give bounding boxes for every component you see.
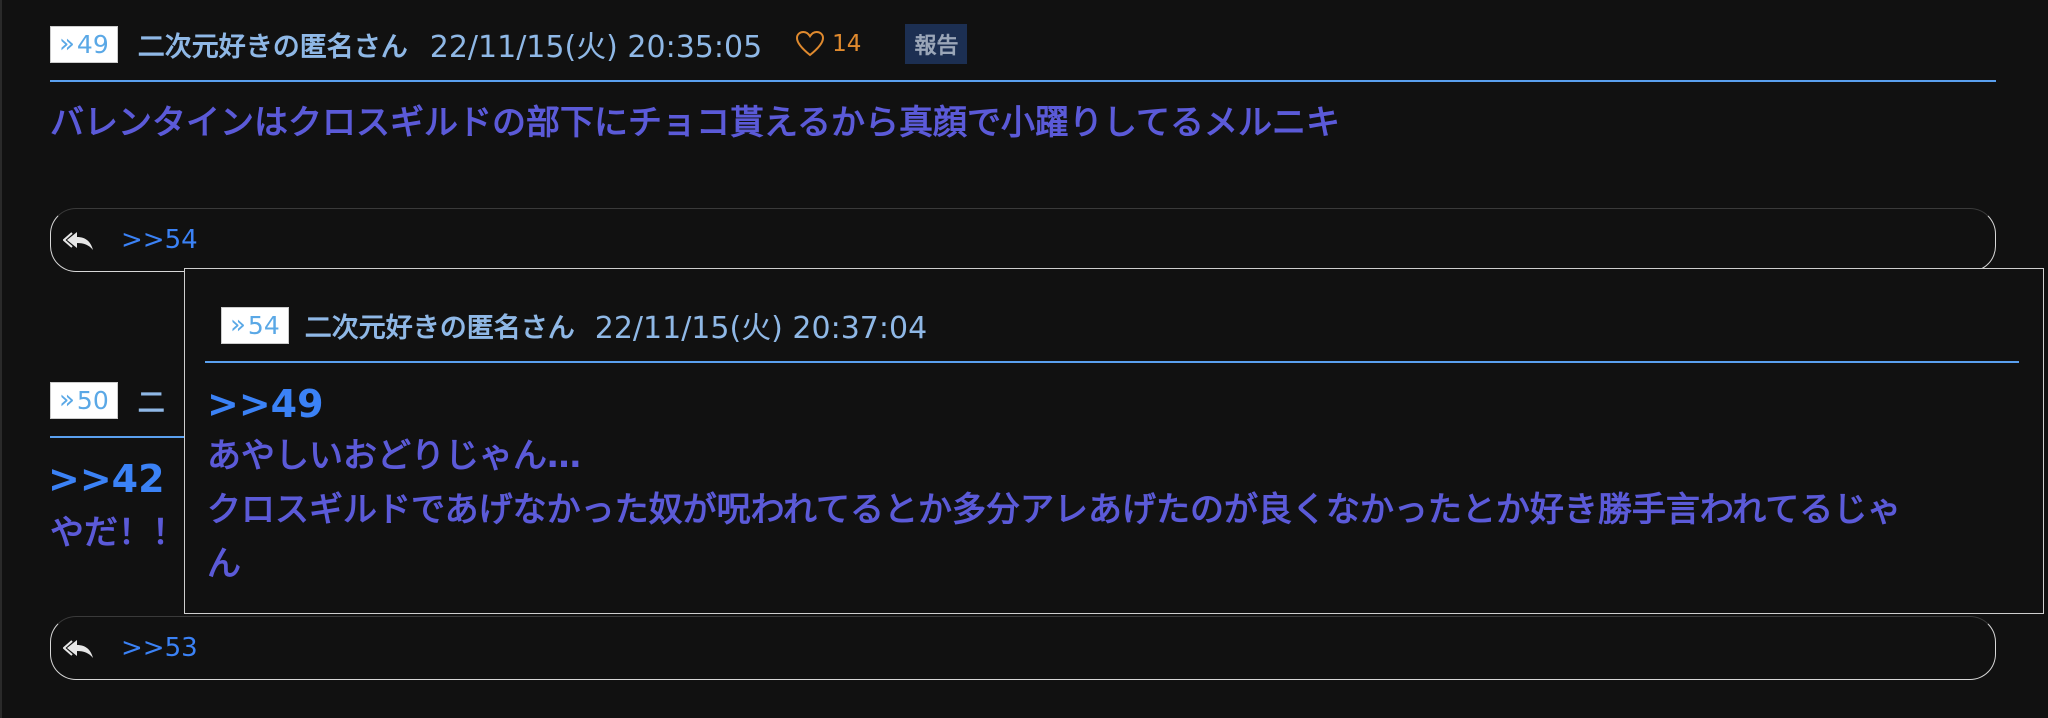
double-chevron-icon: » (230, 310, 246, 340)
post-body: バレンタインはクロスギルドの部下にチョコ貰えるから真顔で小躍りしてるメルニキ (50, 103, 1340, 143)
popup-body-line-3: ん (207, 544, 241, 584)
post-number: 54 (247, 310, 280, 340)
double-chevron-icon: » (59, 29, 75, 59)
post-date: 22/11/15(火) 20:35:05 (429, 30, 763, 65)
double-chevron-icon: » (59, 385, 75, 415)
reply-bar-49: >>54 (50, 208, 1996, 272)
post-number: 50 (76, 385, 109, 415)
post-body: やだ！！ (50, 513, 186, 553)
popup-anchor[interactable]: >>49 (207, 377, 324, 431)
like-button[interactable]: 14 (796, 31, 861, 57)
post-date: 22/11/15(火) 20:37:04 (594, 311, 928, 346)
post-author: 二次元好きの匿名さん (304, 312, 575, 344)
reply-popup: » 54 二次元好きの匿名さん 22/11/15(火) 20:37:04 >>4… (184, 268, 2044, 614)
popup-header: » 54 二次元好きの匿名さん 22/11/15(火) 20:37:04 (221, 295, 927, 355)
post-divider (50, 80, 1996, 82)
post-anchor[interactable]: >>42 (48, 452, 165, 506)
post-number-badge[interactable]: » 54 (221, 306, 289, 344)
post-header-50: » 50 二 (50, 370, 165, 430)
reply-all-icon[interactable] (63, 636, 97, 660)
post-divider (50, 436, 190, 438)
popup-body-line-1: あやしいおどりじゃん… (207, 436, 581, 476)
post-author: 二次元好きの匿名さん (137, 31, 408, 63)
popup-body-line-2: クロスギルドであげなかった奴が呪われてるとか多分アレあげたのが良くなかったとか好… (207, 490, 1902, 530)
reply-all-icon[interactable] (63, 228, 97, 252)
like-count: 14 (832, 31, 862, 57)
page-edge (0, 0, 2, 718)
report-button[interactable]: 報告 (905, 24, 968, 64)
reply-link[interactable]: >>53 (121, 633, 198, 663)
reply-link[interactable]: >>54 (121, 225, 198, 255)
post-number: 49 (76, 29, 109, 59)
reply-bar-50: >>53 (50, 616, 1996, 680)
popup-divider (205, 361, 2019, 363)
post-header-49: » 49 二次元好きの匿名さん 22/11/15(火) 20:35:05 14 … (50, 14, 968, 74)
post-number-badge[interactable]: » 49 (50, 25, 118, 63)
post-number-badge[interactable]: » 50 (50, 381, 118, 419)
post-author: 二 (137, 387, 165, 419)
heart-icon (796, 31, 825, 57)
